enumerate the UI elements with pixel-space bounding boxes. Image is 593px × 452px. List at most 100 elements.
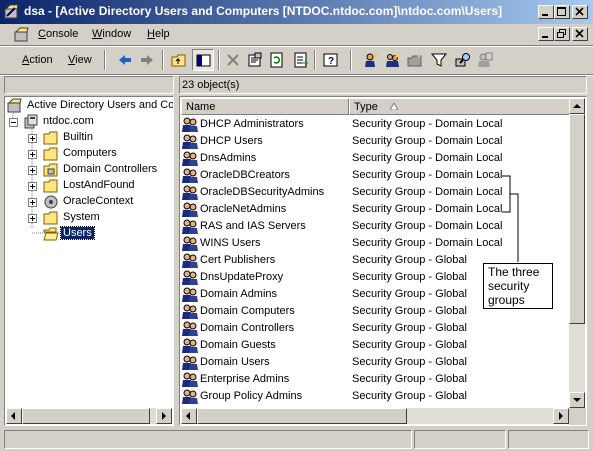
new-user-button[interactable] bbox=[360, 49, 382, 71]
tree-item-users[interactable]: Users bbox=[5, 226, 173, 242]
new-group-icon bbox=[386, 53, 400, 67]
mdi-close-button[interactable] bbox=[572, 27, 588, 41]
group-name: Domain Controllers bbox=[200, 322, 295, 334]
expand-toggle[interactable] bbox=[28, 182, 37, 191]
folder-icon bbox=[43, 147, 58, 161]
tree-item-label: ntdoc.com bbox=[43, 115, 94, 127]
scroll-thumb[interactable] bbox=[197, 408, 407, 424]
expand-toggle[interactable] bbox=[28, 134, 37, 143]
group-type: Security Group - Global bbox=[352, 271, 467, 283]
close-button[interactable] bbox=[572, 5, 588, 19]
mdi-restore-button[interactable] bbox=[554, 27, 570, 41]
toolbar-separator bbox=[218, 50, 220, 70]
delete-button[interactable] bbox=[222, 49, 244, 71]
mdi-minimize-button[interactable] bbox=[538, 27, 554, 41]
group-name: Domain Computers bbox=[200, 305, 295, 317]
dsa-icon bbox=[7, 98, 22, 113]
refresh-button[interactable] bbox=[266, 49, 288, 71]
console-tree: Active Directory Users and Computers [NT… bbox=[4, 96, 174, 426]
table-row[interactable]: DnsAdmins Security Group - Domain Local bbox=[180, 150, 572, 167]
group-name: Domain Users bbox=[200, 356, 270, 368]
domain-icon bbox=[24, 114, 38, 129]
expand-toggle[interactable] bbox=[28, 198, 37, 207]
list-vertical-scrollbar[interactable] bbox=[569, 98, 585, 408]
forward-arrow-icon bbox=[141, 55, 153, 65]
group-name: RAS and IAS Servers bbox=[200, 220, 306, 232]
console-tree-icon bbox=[196, 54, 211, 67]
menu-console[interactable]: Console bbox=[38, 28, 78, 40]
group-type: Security Group - Domain Local bbox=[352, 220, 503, 232]
svg-text:?: ? bbox=[328, 56, 334, 67]
new-group-button[interactable] bbox=[382, 49, 404, 71]
tree-item-system[interactable]: System bbox=[5, 210, 173, 226]
window-title: dsa - [Active Directory Users and Comput… bbox=[24, 4, 503, 18]
find-button[interactable] bbox=[452, 49, 474, 71]
scroll-left-button[interactable] bbox=[6, 408, 22, 424]
close-icon bbox=[575, 7, 584, 16]
list-horizontal-scrollbar[interactable] bbox=[181, 408, 569, 424]
scroll-thumb[interactable] bbox=[22, 408, 150, 424]
group-type: Security Group - Global bbox=[352, 254, 467, 266]
column-header-name[interactable]: Name bbox=[181, 98, 349, 115]
dsa-icon bbox=[4, 4, 19, 19]
view-menu[interactable]: View bbox=[68, 54, 92, 66]
filter-icon bbox=[431, 53, 447, 67]
filter-button[interactable] bbox=[428, 49, 450, 71]
tree-item-label: Computers bbox=[63, 147, 117, 159]
tree-item-domain[interactable]: ntdoc.com bbox=[5, 114, 173, 130]
action-menu[interactable]: Action bbox=[22, 54, 53, 66]
table-row[interactable]: Domain Guests Security Group - Global bbox=[180, 337, 572, 354]
column-header-label: Name bbox=[186, 101, 216, 113]
back-button[interactable] bbox=[114, 49, 136, 71]
help-button[interactable]: ? bbox=[320, 49, 342, 71]
up-one-level-button[interactable] bbox=[168, 49, 190, 71]
tree-item-computers[interactable]: Computers bbox=[5, 146, 173, 162]
expand-toggle[interactable] bbox=[28, 150, 37, 159]
menu-help[interactable]: Help bbox=[147, 28, 170, 40]
console-icon bbox=[14, 27, 29, 42]
maximize-button[interactable] bbox=[554, 5, 570, 19]
tree-item-label: Domain Controllers bbox=[63, 163, 158, 175]
collapse-toggle[interactable] bbox=[9, 118, 18, 127]
group-icon bbox=[182, 236, 198, 251]
group-type: Security Group - Domain Local bbox=[352, 152, 503, 164]
table-row[interactable]: Enterprise Admins Security Group - Global bbox=[180, 371, 572, 388]
expand-toggle[interactable] bbox=[28, 166, 37, 175]
table-row[interactable]: Group Policy Admins Security Group - Glob… bbox=[180, 388, 572, 405]
table-row[interactable]: DHCP Users Security Group - Domain Local bbox=[180, 133, 572, 150]
minimize-button[interactable] bbox=[538, 5, 554, 19]
group-type: Security Group - Domain Local bbox=[352, 186, 503, 198]
toolbar-separator bbox=[104, 50, 106, 70]
tree-item-oraclecontext[interactable]: OracleContext bbox=[5, 194, 173, 210]
expand-toggle[interactable] bbox=[28, 214, 37, 223]
table-row[interactable]: DHCP Administrators Security Group - Doma… bbox=[180, 116, 572, 133]
scroll-down-button[interactable] bbox=[569, 392, 585, 408]
group-icon bbox=[182, 219, 198, 234]
export-list-button[interactable] bbox=[290, 49, 312, 71]
scroll-left-button[interactable] bbox=[181, 408, 197, 424]
add-to-group-button[interactable] bbox=[474, 49, 496, 71]
properties-button[interactable] bbox=[244, 49, 266, 71]
object-count-panel: 23 object(s) bbox=[179, 76, 587, 94]
tree-horizontal-scrollbar[interactable] bbox=[6, 408, 172, 424]
toolbar: Action View ? bbox=[0, 46, 593, 74]
scroll-thumb[interactable] bbox=[569, 114, 585, 324]
arrow-left-icon bbox=[11, 412, 15, 420]
table-row[interactable]: Domain Controllers Security Group - Globa… bbox=[180, 320, 572, 337]
minimize-icon bbox=[542, 36, 548, 38]
group-type: Security Group - Domain Local bbox=[352, 169, 503, 181]
scroll-right-button[interactable] bbox=[156, 408, 172, 424]
properties-icon bbox=[248, 52, 262, 67]
tree-item-lostandfound[interactable]: LostAndFound bbox=[5, 178, 173, 194]
forward-button[interactable] bbox=[136, 49, 158, 71]
tree-item-domain-controllers[interactable]: Domain Controllers bbox=[5, 162, 173, 178]
table-row[interactable]: Domain Users Security Group - Global bbox=[180, 354, 572, 371]
column-header-type[interactable]: Type bbox=[349, 98, 571, 115]
scroll-right-button[interactable] bbox=[553, 408, 569, 424]
new-ou-button[interactable] bbox=[404, 49, 426, 71]
scroll-up-button[interactable] bbox=[569, 98, 585, 114]
show-hide-tree-button[interactable] bbox=[192, 49, 214, 71]
tree-item-builtin[interactable]: Builtin bbox=[5, 130, 173, 146]
menu-window[interactable]: Window bbox=[92, 28, 131, 40]
restore-icon bbox=[557, 29, 566, 38]
